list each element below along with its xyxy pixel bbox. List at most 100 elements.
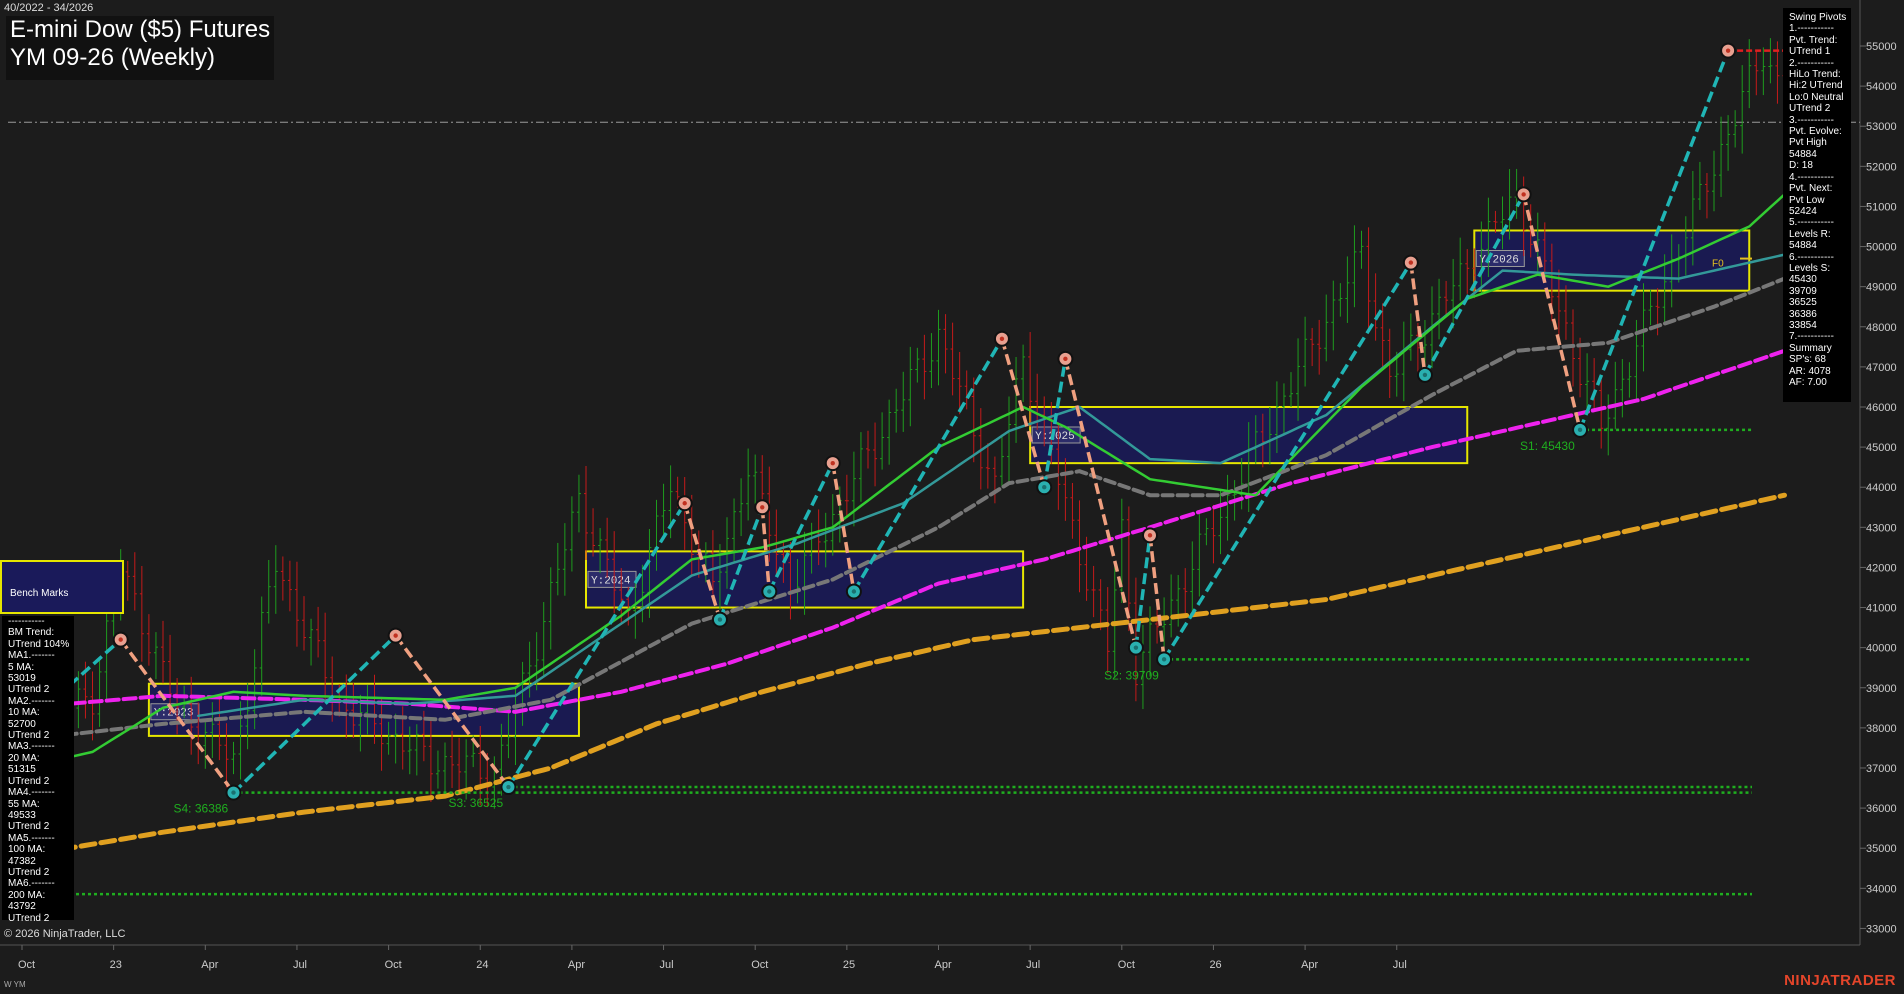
bench-marks-header: Bench Marks (0, 560, 124, 614)
swing-panel-line: D: 18 (1789, 160, 1813, 172)
swing-panel-line: 1.----------- (1789, 23, 1834, 35)
y-tick-label: 52000 (1866, 161, 1897, 173)
x-tick-label: Apr (568, 959, 585, 971)
swing-dot-center (393, 633, 398, 638)
y-tick-label: 37000 (1866, 763, 1897, 775)
bench-panel-line: MA1.------- (8, 650, 55, 662)
bench-panel-line: 43792 (8, 901, 36, 913)
support-level-label: S3: 36525 (448, 796, 503, 810)
year-box-label: Y:2026 (1479, 255, 1519, 267)
x-tick-label: Apr (935, 959, 952, 971)
swing-dot-center (1408, 260, 1414, 265)
swing-dot-center (1725, 48, 1731, 53)
bench-panel-line: 10 MA: (8, 707, 40, 719)
bench-panel-line: MA5.------- (8, 832, 55, 844)
bench-panel-line: 100 MA: (8, 844, 46, 856)
x-tick-label: Jul (1393, 959, 1407, 971)
swing-panel-line: 54884 (1789, 148, 1817, 160)
swing-panel-line: Pvt Low (1789, 194, 1825, 206)
swing-dot-center (1577, 427, 1583, 433)
bench-panel-line: MA3.------- (8, 741, 55, 753)
chart-background (0, 0, 1904, 994)
y-tick-label: 41000 (1866, 603, 1897, 615)
fo-label: F0 (1712, 259, 1724, 270)
x-tick-label: Oct (1118, 959, 1135, 971)
swing-dot-center (717, 617, 723, 622)
x-tick-label: Oct (385, 959, 402, 971)
y-tick-label: 43000 (1866, 522, 1897, 534)
y-tick-label: 34000 (1866, 883, 1897, 895)
y-tick-label: 35000 (1866, 843, 1897, 855)
swing-panel-line: 36525 (1789, 297, 1817, 309)
swing-panel-line: Hi:2 UTrend (1789, 80, 1843, 92)
bench-panel-line: UTrend 2 (8, 912, 50, 924)
swing-dot-center (1133, 645, 1139, 650)
swing-pivots-panel: Swing Pivots 1.----------- Pvt. Trend: UTre… (1783, 8, 1851, 402)
date-range: 40/2022 - 34/2026 (4, 2, 94, 14)
bench-panel-line: 52700 (8, 718, 36, 730)
x-tick-label: 23 (110, 959, 122, 971)
x-tick-label: Jul (660, 959, 674, 971)
swing-panel-line: 6.----------- (1789, 251, 1834, 263)
swing-panel-line: 5.----------- (1789, 217, 1834, 229)
swing-panel-line: Summary (1789, 342, 1832, 354)
y-tick-label: 51000 (1866, 201, 1897, 213)
swing-dot-center (118, 637, 123, 642)
y-tick-label: 45000 (1866, 442, 1897, 454)
swing-dot-center (682, 501, 687, 506)
bench-panel-line: UTrend 2 (8, 684, 50, 696)
instrument-title: E-mini Dow ($5) Futures (10, 16, 271, 43)
x-tick-label: Jul (1026, 959, 1040, 971)
y-tick-label: 54000 (1866, 81, 1897, 93)
swing-panel-line: Pvt. Evolve: (1789, 126, 1842, 138)
y-tick-label: 48000 (1866, 322, 1897, 334)
bench-panel-line: 53019 (8, 673, 36, 685)
bench-panel-line: UTrend 2 (8, 866, 50, 878)
swing-panel-line: 7.----------- (1789, 331, 1834, 343)
price-chart[interactable]: 33000 34000 35000 36000 37000 38000 39000 40000… (0, 0, 1904, 994)
bench-panel-line: UTrend 2 (8, 775, 50, 787)
x-tick-label: Jul (293, 959, 307, 971)
swing-dot-center (1147, 533, 1153, 538)
swing-panel-line: AR: 4078 (1789, 365, 1831, 377)
y-tick-label: 53000 (1866, 121, 1897, 133)
swing-panel-line: 52424 (1789, 205, 1817, 217)
bench-panel-line: 55 MA: (8, 798, 40, 810)
y-tick-label: 49000 (1866, 282, 1897, 294)
bench-panel-line: 5 MA: (8, 661, 35, 673)
y-tick-label: 33000 (1866, 923, 1897, 935)
swing-panel-line: Lo:0 Neutral (1789, 91, 1844, 103)
swing-panel-line: 54884 (1789, 240, 1817, 252)
swing-dot-center (1161, 657, 1167, 662)
swing-panel-line: 33854 (1789, 319, 1817, 331)
support-level-label: S4: 36386 (174, 802, 229, 816)
support-level-label: S1: 45430 (1520, 439, 1575, 453)
bench-panel-line: MA4.------- (8, 787, 55, 799)
x-tick-label: 25 (843, 959, 855, 971)
y-tick-label: 42000 (1866, 562, 1897, 574)
instrument-tag: W YM (4, 980, 26, 989)
x-tick-label: 24 (476, 959, 488, 971)
swing-panel-line: Pvt. Next: (1789, 183, 1833, 195)
swing-dot-center (1521, 192, 1526, 197)
swing-dot-center (1042, 485, 1047, 490)
support-level-label: S2: 39709 (1104, 668, 1159, 682)
swing-dot-center (999, 336, 1005, 342)
bench-panel-line: UTrend 2 (8, 821, 50, 833)
swing-panel-line: 4.----------- (1789, 171, 1834, 183)
swing-panel-line: 36386 (1789, 308, 1817, 320)
y-tick-label: 47000 (1866, 362, 1897, 374)
swing-panel-line: 39709 (1789, 285, 1817, 297)
swing-panel-line: Levels R: (1789, 228, 1831, 240)
swing-dot-center (1422, 372, 1428, 378)
bench-panel-line: 200 MA: (8, 889, 46, 901)
swing-dot-center (506, 784, 511, 790)
chart-title-box: E-mini Dow ($5) Futures YM 09-26 (Weekly… (6, 16, 274, 80)
swing-dot-center (767, 589, 772, 594)
bench-panel-line: UTrend 2 (8, 730, 50, 742)
x-tick-label: Oct (751, 959, 768, 971)
y-tick-label: 50000 (1866, 242, 1897, 254)
swing-dot-center (1063, 356, 1068, 362)
bench-marks-panel: ----------- BM Trend: UTrend 104% MA1.-----… (2, 616, 74, 924)
swing-panel-line: AF: 7.00 (1789, 377, 1827, 388)
